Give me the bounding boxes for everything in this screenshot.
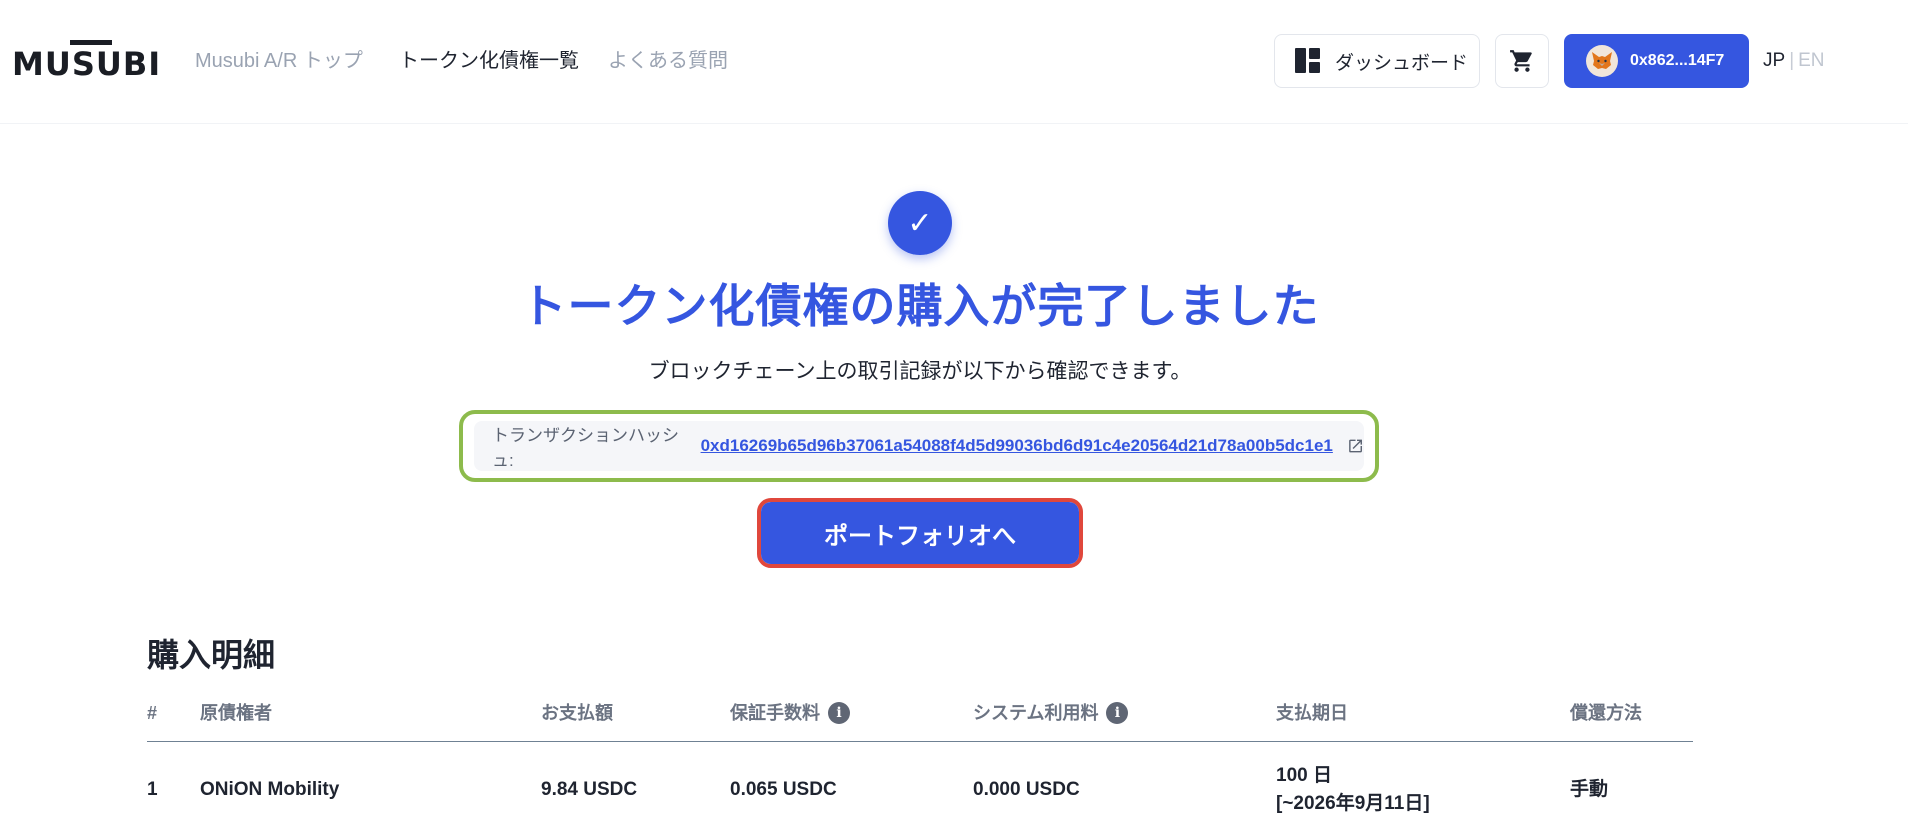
check-icon: ✓ (888, 191, 952, 255)
system-fee-info-icon[interactable]: i (1106, 702, 1129, 724)
column-header-payment: お支払額 (541, 703, 613, 723)
system-fee-label: システム利用料 (973, 703, 1099, 723)
column-header-due-date: 支払期日 (1276, 703, 1348, 723)
column-header-system-fee: システム利用料 i (973, 701, 1129, 725)
page-title: トークン化債権の購入が完了しました (520, 280, 1320, 332)
musubi-logo[interactable]: MUSUBI (12, 40, 160, 82)
dashboard-icon (1295, 48, 1321, 74)
language-switch: JP | EN (1763, 48, 1825, 74)
table-header-divider (147, 741, 1693, 742)
lang-en[interactable]: EN (1798, 50, 1824, 71)
lang-jp[interactable]: JP (1763, 50, 1785, 71)
logo-text: MUSUBI (12, 45, 162, 83)
transaction-hash-link[interactable]: 0xd16269b65d96b37061a54088f4d5d99036bd6d… (701, 436, 1333, 456)
row-system-fee: 0.000 USDC (973, 779, 1080, 800)
dashboard-button[interactable]: ダッシュボード (1274, 34, 1480, 88)
row-guarantee-fee: 0.065 USDC (730, 779, 837, 800)
row-redemption: 手動 (1570, 779, 1609, 800)
row-index: 1 (147, 779, 158, 800)
cart-icon (1510, 50, 1532, 72)
guarantee-fee-info-icon[interactable]: i (828, 702, 850, 724)
purchase-details-title: 購入明細 (147, 637, 276, 673)
metamask-fox-icon (1586, 45, 1618, 77)
nav-link-top[interactable]: Musubi A/R トップ (195, 48, 363, 74)
row-payment: 9.84 USDC (541, 779, 638, 800)
nav-link-token-list[interactable]: トークン化債権一覧 (399, 48, 579, 74)
top-header: MUSUBI Musubi A/R トップ トークン化債権一覧 よくある質問 ダ… (0, 0, 1908, 124)
column-header-creditor: 原債権者 (200, 703, 272, 723)
column-header-redemption: 償還方法 (1570, 703, 1642, 723)
row-creditor: ONiON Mobility (200, 779, 340, 800)
portfolio-button[interactable]: ポートフォリオへ (761, 502, 1079, 564)
external-link-icon[interactable] (1347, 437, 1364, 455)
dashboard-label: ダッシュボード (1335, 52, 1469, 74)
page-subtitle: ブロックチェーン上の取引記録が以下から確認できます。 (648, 360, 1192, 383)
column-header-guarantee-fee: 保証手数料 i (730, 701, 850, 725)
wallet-address: 0x862...14F7 (1630, 52, 1725, 69)
column-header-index: # (147, 703, 158, 723)
hash-label: トランザクションハッシュ: (492, 426, 679, 470)
guarantee-fee-label: 保証手数料 (730, 703, 820, 723)
lang-separator: | (1789, 50, 1795, 71)
nav-link-faq[interactable]: よくある質問 (608, 48, 728, 74)
transaction-hash-box: トランザクションハッシュ: 0xd16269b65d96b37061a54088… (474, 421, 1364, 471)
row-due-days: 100 日 (1276, 765, 1332, 786)
cart-button[interactable] (1495, 34, 1549, 88)
row-due-date: [~2026年9月11日] (1276, 793, 1430, 814)
wallet-button[interactable]: 0x862...14F7 (1564, 34, 1749, 88)
